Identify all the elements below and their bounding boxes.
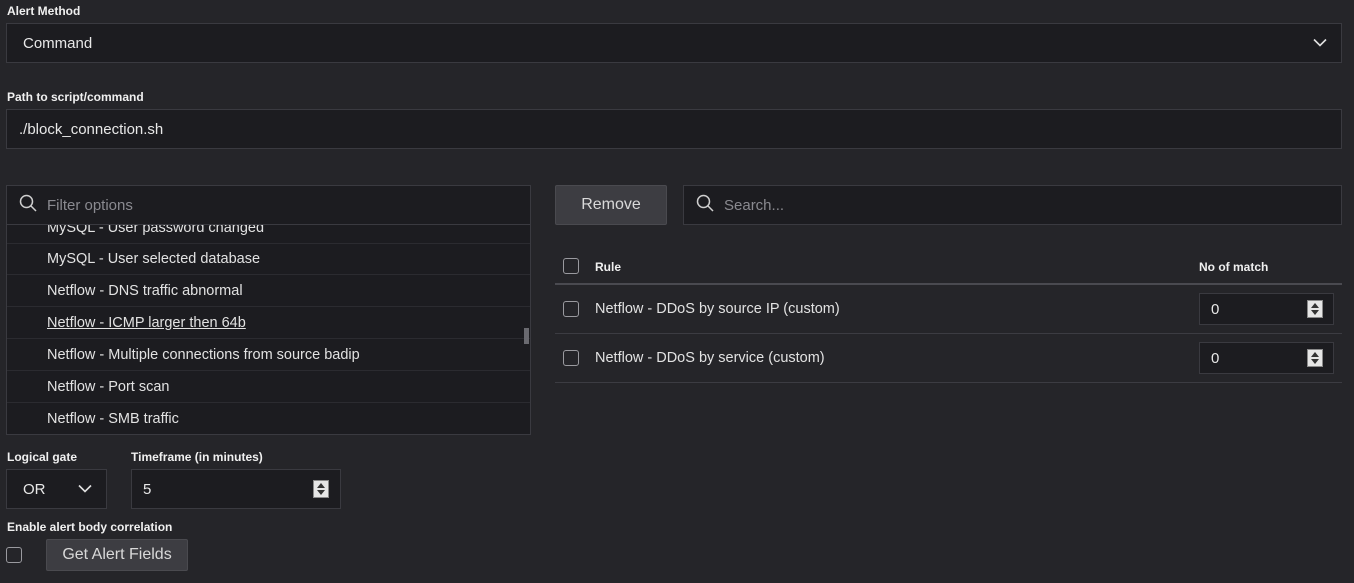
row-checkbox[interactable] [563, 301, 579, 317]
spinner-icon[interactable] [1307, 349, 1323, 367]
timeframe-label: Timeframe (in minutes) [131, 450, 263, 464]
path-input[interactable]: ./block_connection.sh [6, 109, 1342, 149]
select-all-checkbox[interactable] [563, 258, 579, 274]
column-header-match: No of match [1199, 260, 1269, 274]
alert-method-label: Alert Method [7, 4, 81, 18]
options-list[interactable]: MySQL - User password changed MySQL - Us… [6, 225, 531, 435]
rule-name: Netflow - DDoS by source IP (custom) [595, 301, 840, 317]
list-item[interactable]: MySQL - User selected database [7, 243, 530, 275]
chevron-down-icon [1313, 35, 1327, 52]
list-item[interactable]: Netflow - Multiple connections from sour… [7, 339, 530, 371]
chevron-down-icon [78, 481, 92, 498]
list-item[interactable]: Netflow - SMB traffic [7, 403, 530, 434]
list-item[interactable]: MySQL - User password changed [7, 225, 530, 244]
get-alert-fields-button[interactable]: Get Alert Fields [46, 539, 188, 571]
search-placeholder: Search... [724, 196, 785, 214]
rule-name: Netflow - DDoS by service (custom) [595, 350, 825, 366]
spinner-icon[interactable] [313, 480, 329, 498]
table-row: Netflow - DDoS by source IP (custom) 0 [555, 285, 1342, 334]
logical-gate-label: Logical gate [7, 450, 78, 464]
correlation-checkbox[interactable] [6, 547, 22, 563]
alert-method-value: Command [23, 34, 93, 52]
path-value: ./block_connection.sh [19, 120, 164, 138]
logical-gate-value: OR [23, 480, 46, 498]
timeframe-input[interactable]: 5 [131, 469, 341, 509]
alert-method-select[interactable]: Command [6, 23, 1342, 63]
remove-button[interactable]: Remove [555, 185, 667, 225]
column-header-rule: Rule [595, 260, 622, 274]
filter-placeholder: Filter options [47, 196, 133, 214]
table-row: Netflow - DDoS by service (custom) 0 [555, 334, 1342, 383]
list-item[interactable]: Netflow - ICMP larger then 64b [7, 307, 530, 339]
filter-input[interactable]: Filter options [6, 185, 531, 225]
spinner-icon[interactable] [1307, 300, 1323, 318]
match-count-input[interactable]: 0 [1199, 293, 1334, 325]
search-icon [696, 194, 714, 216]
correlation-label: Enable alert body correlation [7, 520, 173, 534]
table-header: Rule No of match [555, 248, 1342, 285]
list-item[interactable]: Netflow - Port scan [7, 371, 530, 403]
match-count-input[interactable]: 0 [1199, 342, 1334, 374]
search-icon [19, 194, 37, 216]
list-scrollbar[interactable] [524, 328, 529, 344]
search-input[interactable]: Search... [683, 185, 1342, 225]
logical-gate-select[interactable]: OR [6, 469, 107, 509]
path-label: Path to script/command [7, 90, 144, 104]
row-checkbox[interactable] [563, 350, 579, 366]
list-item[interactable]: Netflow - DNS traffic abnormal [7, 275, 530, 307]
